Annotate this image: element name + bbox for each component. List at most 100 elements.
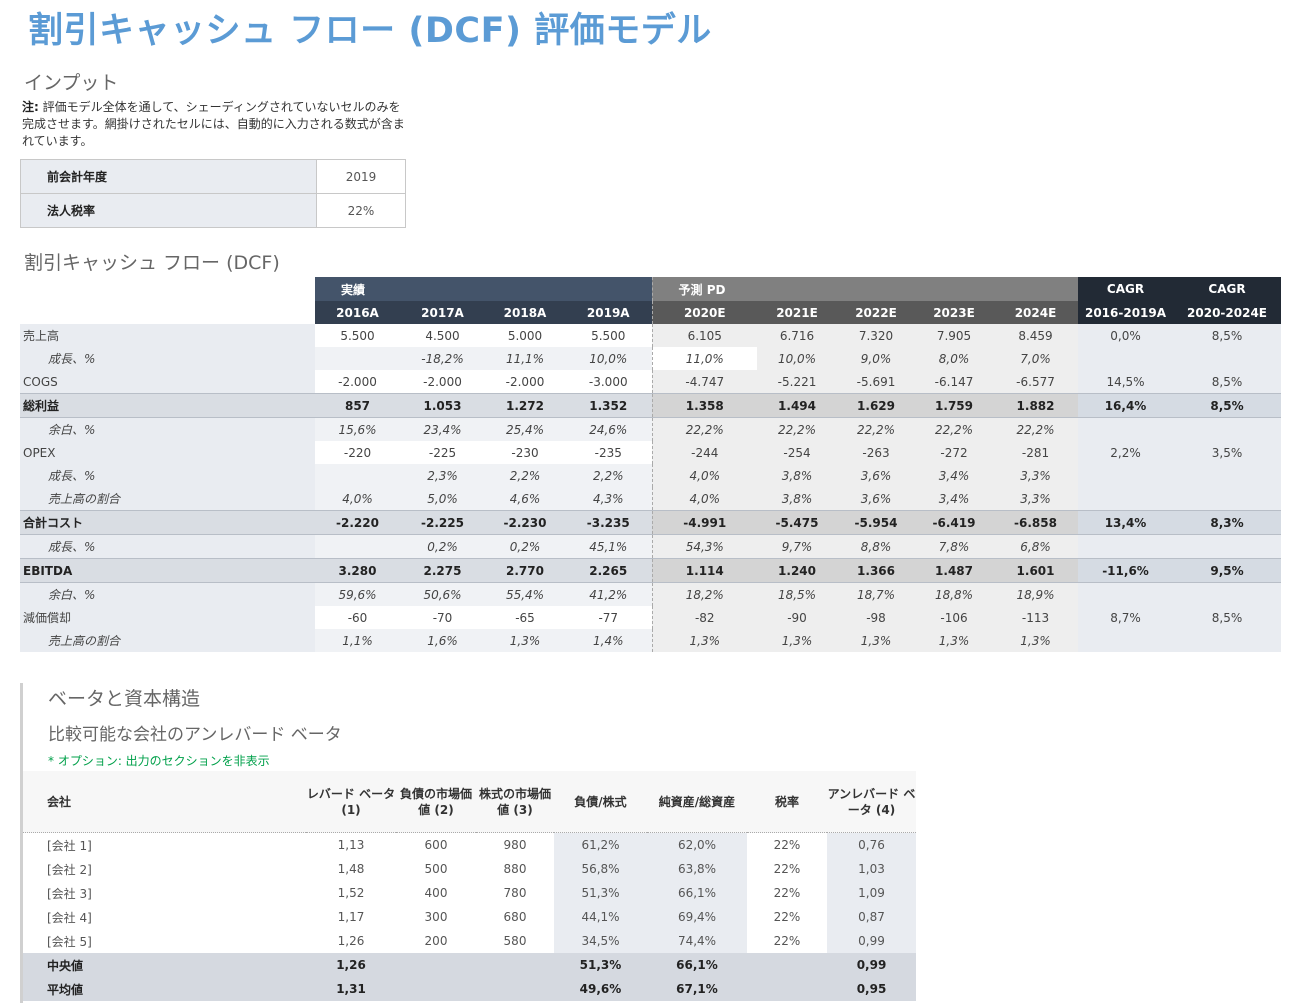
company-row: [会社 5] 1,26 200 580 34,5% 74,4% 22% 0,99 xyxy=(23,929,916,953)
value-cell: 25,4% xyxy=(485,417,565,441)
value-cell: -98 xyxy=(837,606,916,629)
value-cell[interactable]: -2.000 xyxy=(400,370,485,394)
group-actual: 実績 xyxy=(315,277,653,301)
value-cell xyxy=(1078,417,1174,441)
value-cell: 9,0% xyxy=(837,347,916,370)
value-cell: 3,3% xyxy=(993,464,1079,487)
value-cell[interactable]: -65 xyxy=(485,606,565,629)
col-header: 負債の市場価値 (2) xyxy=(396,771,476,833)
year-header: 2019A xyxy=(565,301,653,324)
beta-cell[interactable]: 1,48 xyxy=(306,857,396,881)
value-cell: 3,4% xyxy=(915,487,994,511)
beta-cell[interactable]: 980 xyxy=(476,833,554,858)
input-value[interactable]: 2019 xyxy=(316,159,406,194)
beta-subheading: 比較可能な会社のアンレバード ベータ xyxy=(48,725,342,745)
row-label: 合計コスト xyxy=(20,510,315,535)
value-cell xyxy=(1173,347,1282,370)
value-cell: 9,7% xyxy=(757,534,838,559)
dcf-row: COGS -2.000 -2.000 -2.000 -3.000 -4.747 -5.221… xyxy=(20,370,1282,394)
value-cell[interactable]: -2.000 xyxy=(315,370,400,394)
beta-cell[interactable]: 400 xyxy=(396,881,476,905)
value-cell: 3,6% xyxy=(837,487,916,511)
beta-cell[interactable]: 500 xyxy=(396,857,476,881)
beta-cell[interactable]: 1,13 xyxy=(306,833,396,858)
value-cell[interactable]: 5.500 xyxy=(315,324,400,347)
beta-cell: 66,1% xyxy=(647,881,747,905)
beta-cell[interactable]: 1,17 xyxy=(306,905,396,929)
value-cell[interactable]: -70 xyxy=(400,606,485,629)
value-cell: 10,0% xyxy=(757,347,838,370)
col-header: 株式の市場価値 (3) xyxy=(476,771,554,833)
value-cell xyxy=(315,464,400,487)
dcf-row: 減価償却 -60 -70 -65 -77 -82 -90 -98 -106 -113 8,7% 8,5… xyxy=(20,606,1282,629)
value-cell[interactable]: -60 xyxy=(315,606,400,629)
summary-cell xyxy=(476,977,554,1001)
value-cell[interactable]: -220 xyxy=(315,441,400,464)
beta-cell[interactable]: 680 xyxy=(476,905,554,929)
col-header: レバード ベータ (1) xyxy=(306,771,396,833)
beta-cell: 1,09 xyxy=(827,881,916,905)
beta-cell[interactable]: 22% xyxy=(747,833,827,858)
dcf-row: 成長、% 2,3% 2,2% 2,2% 4,0% 3,8% 3,6% 3,4% 3,3% xyxy=(20,464,1282,487)
value-cell: 1.759 xyxy=(915,393,994,418)
beta-cell[interactable]: 22% xyxy=(747,929,827,953)
beta-cell[interactable]: 880 xyxy=(476,857,554,881)
value-cell: -11,6% xyxy=(1078,558,1174,583)
summary-cell: 49,6% xyxy=(554,977,647,1001)
beta-cell[interactable]: 22% xyxy=(747,881,827,905)
value-cell: 1.882 xyxy=(993,393,1079,418)
value-cell[interactable]: -225 xyxy=(400,441,485,464)
beta-cell[interactable]: 580 xyxy=(476,929,554,953)
note-bold: 注: xyxy=(22,100,39,114)
input-row: 前会計年度 2019 xyxy=(20,159,406,194)
value-cell: 6.716 xyxy=(757,324,838,347)
summary-cell: 0,99 xyxy=(827,953,916,977)
value-cell xyxy=(1173,629,1282,652)
value-cell: 14,5% xyxy=(1078,370,1174,394)
year-header: 2016-2019A xyxy=(1078,301,1174,324)
value-cell: 3,8% xyxy=(757,464,838,487)
col-header: 負債/株式 xyxy=(554,771,647,833)
value-cell: 7.905 xyxy=(915,324,994,347)
beta-cell: 63,8% xyxy=(647,857,747,881)
beta-cell[interactable]: 600 xyxy=(396,833,476,858)
value-cell: 24,6% xyxy=(565,417,653,441)
value-cell[interactable]: -2.000 xyxy=(485,370,565,394)
company-name: [会社 5] xyxy=(47,934,92,949)
beta-cell[interactable]: 22% xyxy=(747,857,827,881)
beta-cell[interactable]: 200 xyxy=(396,929,476,953)
value-cell[interactable]: -230 xyxy=(485,441,565,464)
row-label: 売上高の割合 xyxy=(20,629,315,652)
company-row: [会社 2] 1,48 500 880 56,8% 63,8% 22% 1,03 xyxy=(23,857,916,881)
value-cell: -4.991 xyxy=(651,510,758,535)
summary-cell xyxy=(747,977,827,1001)
value-cell[interactable]: 5.000 xyxy=(485,324,565,347)
value-cell xyxy=(1078,487,1174,511)
value-cell: 1.272 xyxy=(485,393,565,418)
beta-cell[interactable]: 22% xyxy=(747,905,827,929)
summary-cell xyxy=(396,977,476,1001)
value-cell: 4,0% xyxy=(315,487,400,511)
summary-cell: 67,1% xyxy=(647,977,747,1001)
value-cell: -5.691 xyxy=(837,370,916,394)
summary-row: 平均値 1,31 49,6% 67,1% 0,95 xyxy=(23,977,916,1001)
beta-cell[interactable]: 780 xyxy=(476,881,554,905)
value-cell: 22,2% xyxy=(837,417,916,441)
company-row: [会社 4] 1,17 300 680 44,1% 69,4% 22% 0,87 xyxy=(23,905,916,929)
beta-cell[interactable]: 1,26 xyxy=(306,929,396,953)
value-cell: -90 xyxy=(757,606,838,629)
value-cell: 1,6% xyxy=(400,629,485,652)
value-cell[interactable]: 5.500 xyxy=(565,324,653,347)
input-value[interactable]: 22% xyxy=(316,193,406,228)
value-cell[interactable]: 4.500 xyxy=(400,324,485,347)
value-cell: -263 xyxy=(837,441,916,464)
summary-cell xyxy=(476,953,554,977)
value-cell[interactable]: -77 xyxy=(565,606,653,629)
value-cell[interactable]: -3.000 xyxy=(565,370,653,394)
value-cell: 1,3% xyxy=(837,629,916,652)
col-header: 会社 xyxy=(23,771,306,833)
value-cell: -6.419 xyxy=(915,510,994,535)
beta-cell[interactable]: 300 xyxy=(396,905,476,929)
value-cell[interactable]: -235 xyxy=(565,441,653,464)
beta-cell[interactable]: 1,52 xyxy=(306,881,396,905)
